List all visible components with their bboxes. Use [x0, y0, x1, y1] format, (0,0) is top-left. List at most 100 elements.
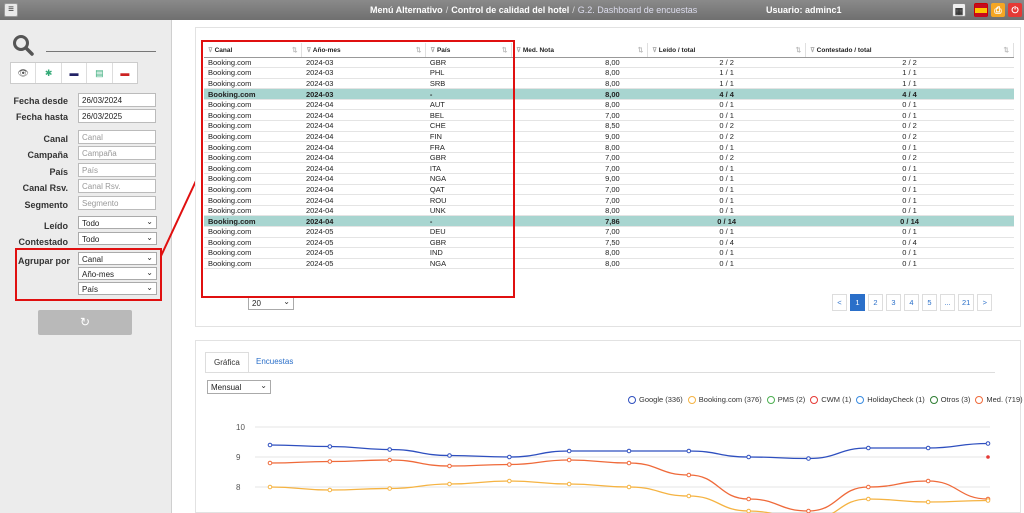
page-button[interactable]: 21 [958, 294, 975, 311]
data-point[interactable] [686, 493, 692, 499]
data-point[interactable] [507, 478, 512, 484]
period-select[interactable]: Mensual ⌄ [207, 380, 271, 394]
table-cell: 0 / 1 [647, 194, 806, 206]
settings-icon[interactable]: ✱ [36, 63, 62, 83]
data-point[interactable] [447, 453, 452, 458]
page-size-select[interactable]: 20 ⌄ [248, 296, 294, 310]
data-point[interactable] [686, 472, 692, 478]
fecha-desde-input[interactable]: 26/03/2024 [78, 93, 156, 107]
contestado-select-value: Todo [82, 235, 100, 244]
data-point[interactable] [866, 445, 871, 451]
data-point[interactable] [327, 459, 333, 464]
data-point[interactable] [925, 499, 931, 505]
hamburger-menu-icon[interactable]: ≡ [4, 3, 18, 17]
legend-item[interactable]: CWM (1) [810, 395, 851, 405]
data-point[interactable] [626, 460, 632, 466]
search-icon[interactable] [12, 34, 34, 56]
power-icon[interactable]: ⏻ [1008, 3, 1022, 17]
data-point[interactable] [267, 484, 273, 490]
data-point[interactable] [686, 448, 692, 454]
filter-icon[interactable]: ⊽ [516, 47, 523, 54]
column-header-4[interactable]: ⊽ Leído / total ⇅ [647, 43, 807, 58]
data-point[interactable] [387, 457, 392, 463]
data-point[interactable] [327, 444, 333, 449]
data-point[interactable] [866, 496, 871, 502]
breadcrumb-menu-alternativo[interactable]: Menú Alternativo [370, 5, 443, 15]
page-button[interactable]: 1 [850, 294, 865, 311]
legend-item[interactable]: Booking.com (376) [687, 395, 762, 405]
canal-rsv-input[interactable]: Canal Rsv. [78, 179, 156, 193]
data-point[interactable] [566, 448, 572, 454]
data-point[interactable] [866, 484, 871, 490]
filter-icon[interactable]: ⊽ [652, 47, 659, 54]
data-point[interactable] [387, 447, 392, 452]
data-point[interactable] [447, 463, 452, 469]
page-button[interactable]: 5 [922, 294, 937, 311]
table-cell: 0 / 1 [647, 226, 806, 238]
data-point[interactable] [267, 460, 273, 466]
refresh-button[interactable]: ↻ [38, 310, 132, 335]
data-point[interactable] [746, 454, 751, 460]
legend-item[interactable]: Med. (719) [975, 395, 1023, 405]
canal-input[interactable]: Canal [78, 130, 156, 144]
pais-input[interactable]: País [78, 163, 156, 177]
table-cell: 0 / 1 [647, 205, 806, 217]
column-header-label: Contestado / total [816, 46, 872, 54]
page-button[interactable]: 2 [868, 294, 883, 311]
page-button[interactable]: 3 [886, 294, 901, 311]
calculator-icon[interactable]: ▦ [952, 3, 966, 17]
data-point[interactable] [746, 508, 751, 513]
data-point[interactable] [507, 462, 512, 467]
data-point[interactable] [626, 448, 632, 454]
print-icon[interactable]: ⎙ [991, 3, 1005, 17]
data-point[interactable] [985, 498, 991, 503]
eye-icon[interactable]: 👁 [11, 63, 37, 83]
sort-icon[interactable]: ⇅ [638, 46, 643, 54]
data-point[interactable] [746, 496, 751, 502]
filter-icon[interactable]: ⊽ [810, 47, 817, 54]
table-cell: 0 / 1 [647, 162, 806, 175]
search-input[interactable] [46, 51, 156, 52]
data-point[interactable] [507, 454, 512, 460]
data-point[interactable] [387, 486, 392, 491]
legend-item[interactable]: Google (336) [628, 395, 683, 405]
sort-icon[interactable]: ⇅ [1004, 46, 1009, 54]
data-point[interactable] [986, 455, 990, 459]
leido-select[interactable]: Todo ⌄ [78, 216, 157, 229]
table-cell: 0 / 1 [647, 141, 806, 153]
page-button[interactable]: < [832, 294, 847, 311]
legend-item[interactable]: HolidayCheck (1) [856, 395, 925, 405]
data-point[interactable] [985, 441, 991, 446]
contestado-select[interactable]: Todo ⌄ [78, 232, 157, 245]
car-icon[interactable]: ▬ [62, 63, 88, 83]
segmento-input[interactable]: Segmento [78, 196, 156, 210]
column-header-3[interactable]: ⊽ Med. Nota ⇅ [511, 43, 649, 58]
legend-item[interactable]: Otros (3) [929, 395, 970, 405]
legend-label: Google (336) [639, 395, 683, 404]
delete-icon[interactable]: ▬ [113, 63, 137, 83]
spanish-flag-icon[interactable] [974, 3, 988, 17]
fecha-hasta-input[interactable]: 26/03/2025 [78, 109, 156, 123]
breadcrumb-control-calidad[interactable]: Control de calidad del hotel [451, 5, 569, 15]
data-point[interactable] [806, 508, 811, 513]
page-button[interactable]: 4 [904, 294, 919, 311]
legend-item[interactable]: PMS (2) [766, 395, 805, 405]
page-button[interactable]: ... [940, 294, 955, 311]
data-point[interactable] [327, 487, 333, 493]
column-header-5[interactable]: ⊽ Contestado / total ⇅ [805, 43, 1014, 58]
data-point[interactable] [806, 456, 811, 461]
data-point[interactable] [447, 481, 452, 487]
data-point[interactable] [566, 457, 572, 463]
page-button[interactable]: > [977, 294, 993, 311]
data-point[interactable] [566, 481, 572, 487]
table-cell: 0 / 4 [647, 237, 806, 249]
data-point[interactable] [925, 478, 931, 484]
printer-icon[interactable]: ▤ [87, 63, 113, 83]
data-point[interactable] [267, 442, 273, 448]
tab-grafica[interactable]: Gráfica [205, 352, 249, 373]
data-point[interactable] [626, 484, 632, 490]
tab-encuestas[interactable]: Encuestas [248, 352, 301, 371]
sort-icon[interactable]: ⇅ [796, 46, 801, 54]
campana-input[interactable]: Campaña [78, 146, 156, 160]
data-point[interactable] [925, 445, 931, 451]
